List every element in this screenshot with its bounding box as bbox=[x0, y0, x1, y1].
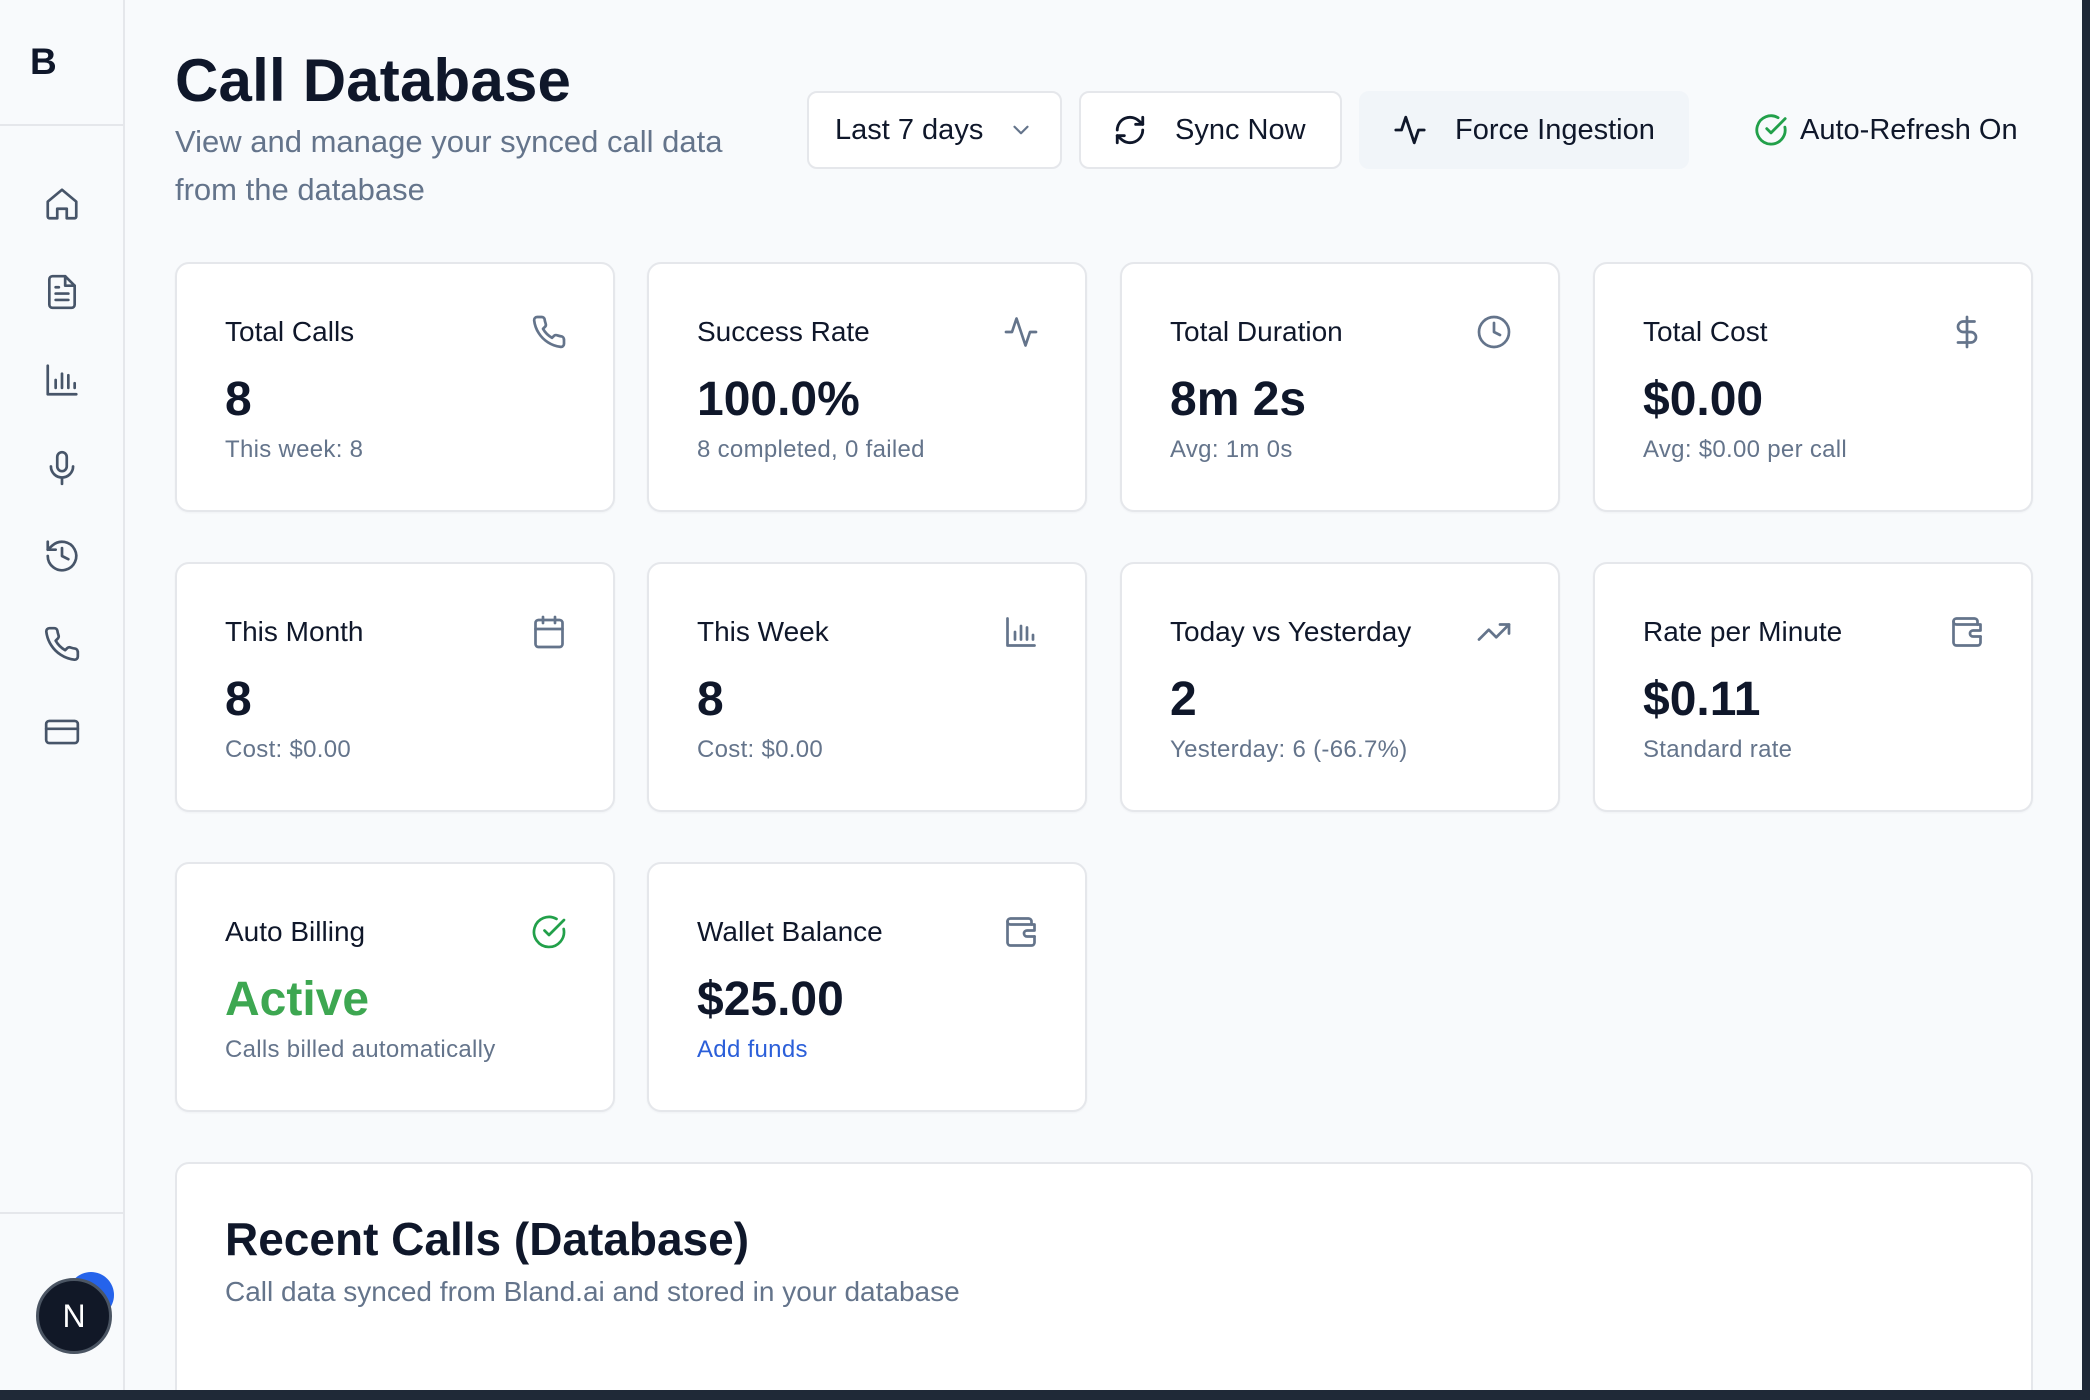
card-title: Total Cost bbox=[1643, 316, 1768, 347]
bar-chart-icon bbox=[1003, 614, 1039, 650]
card-value: 2 bbox=[1170, 673, 1197, 726]
header-toolbar: Last 7 days Sync Now Force Ingestion Aut… bbox=[807, 91, 2046, 169]
stat-card-auto-billing: Auto Billing Active Calls billed automat… bbox=[175, 862, 615, 1112]
stat-card-rate-per-minute: Rate per Minute $0.11 Standard rate bbox=[1593, 562, 2033, 812]
sidebar: B N bbox=[0, 0, 125, 1390]
force-ingestion-label: Force Ingestion bbox=[1455, 113, 1655, 146]
card-title: Wallet Balance bbox=[697, 916, 883, 947]
window-edge-bottom bbox=[0, 1390, 2090, 1400]
window-edge-right bbox=[2082, 0, 2090, 1400]
stat-card-total-duration: Total Duration 8m 2s Avg: 1m 0s bbox=[1120, 262, 1560, 512]
card-subtext: 8 completed, 0 failed bbox=[697, 436, 925, 463]
sync-now-label: Sync Now bbox=[1175, 113, 1306, 146]
home-icon bbox=[45, 188, 78, 220]
card-value: 100.0% bbox=[697, 373, 860, 426]
stat-card-this-month: This Month 8 Cost: $0.00 bbox=[175, 562, 615, 812]
card-value: 8 bbox=[225, 373, 252, 426]
card-value: Active bbox=[225, 973, 370, 1026]
user-avatar-wrap: N bbox=[36, 1272, 116, 1354]
calendar-icon bbox=[531, 614, 567, 650]
card-value: $0.11 bbox=[1643, 673, 1761, 726]
add-funds-link[interactable]: Add funds bbox=[697, 1036, 808, 1064]
history-icon bbox=[45, 540, 78, 572]
chevron-down-icon bbox=[1013, 125, 1029, 135]
microphone-icon bbox=[49, 450, 74, 486]
card-title: Total Duration bbox=[1170, 316, 1343, 347]
stat-card-today-vs-yesterday: Today vs Yesterday 2 Yesterday: 6 (-66.7… bbox=[1120, 562, 1560, 812]
card-subtext: This week: 8 bbox=[225, 436, 364, 463]
stat-card-success-rate: Success Rate 100.0% 8 completed, 0 faile… bbox=[647, 262, 1087, 512]
phone-icon bbox=[531, 314, 567, 350]
sidebar-item-voice[interactable] bbox=[30, 436, 94, 500]
recent-calls-title: Recent Calls (Database) bbox=[225, 1213, 750, 1265]
sidebar-item-documents[interactable] bbox=[30, 260, 94, 324]
page-title: Call Database bbox=[175, 47, 572, 114]
card-subtext: Yesterday: 6 (-66.7%) bbox=[1170, 736, 1408, 763]
sidebar-footer: N bbox=[0, 1212, 123, 1390]
logo-area: B bbox=[0, 0, 123, 126]
sidebar-item-analytics[interactable] bbox=[30, 348, 94, 412]
wallet-icon bbox=[1003, 914, 1039, 950]
card-subtext: Cost: $0.00 bbox=[225, 736, 352, 763]
card-title: Today vs Yesterday bbox=[1170, 616, 1412, 647]
wallet-icon bbox=[1949, 614, 1985, 650]
card-title: Total Calls bbox=[225, 316, 355, 347]
card-title: This Week bbox=[697, 616, 829, 647]
auto-refresh-label: Auto-Refresh On bbox=[1800, 113, 2018, 146]
check-circle-icon bbox=[1755, 114, 1787, 146]
card-subtext: Calls billed automatically bbox=[225, 1036, 496, 1063]
card-subtext: Avg: $0.00 per call bbox=[1643, 436, 1848, 463]
force-ingestion-button[interactable]: Force Ingestion bbox=[1359, 91, 1689, 169]
bar-chart-icon bbox=[45, 364, 78, 396]
recent-calls-subtitle: Call data synced from Bland.ai and store… bbox=[225, 1276, 960, 1307]
credit-card-icon bbox=[44, 719, 79, 745]
sidebar-item-history[interactable] bbox=[30, 524, 94, 588]
auto-refresh-toggle[interactable]: Auto-Refresh On bbox=[1706, 91, 2046, 169]
stat-card-total-calls: Total Calls 8 This week: 8 bbox=[175, 262, 615, 512]
dollar-icon bbox=[1949, 314, 1985, 350]
phone-icon bbox=[44, 626, 79, 662]
card-value: $0.00 bbox=[1643, 373, 1764, 426]
stat-card-this-week: This Week 8 Cost: $0.00 bbox=[647, 562, 1087, 812]
sidebar-item-home[interactable] bbox=[30, 172, 94, 236]
card-value: $25.00 bbox=[697, 973, 844, 1026]
card-title: Success Rate bbox=[697, 316, 870, 347]
card-title: This Month bbox=[225, 616, 364, 647]
check-circle-icon bbox=[531, 914, 567, 950]
refresh-icon bbox=[1115, 115, 1145, 145]
trending-up-icon bbox=[1476, 614, 1512, 650]
stat-card-total-cost: Total Cost $0.00 Avg: $0.00 per call bbox=[1593, 262, 2033, 512]
card-value: 8 bbox=[697, 673, 724, 726]
sidebar-nav bbox=[0, 126, 123, 788]
activity-icon bbox=[1003, 314, 1039, 350]
date-range-select[interactable]: Last 7 days bbox=[807, 91, 1062, 169]
app-frame: B N Call Database View and manage your s… bbox=[0, 0, 2090, 1400]
card-subtext: Standard rate bbox=[1643, 736, 1793, 763]
card-subtext: Avg: 1m 0s bbox=[1170, 436, 1293, 463]
app-logo[interactable]: B bbox=[30, 41, 57, 83]
page-subtitle: View and manage your synced call data fr… bbox=[175, 124, 723, 207]
date-range-value: Last 7 days bbox=[835, 113, 984, 146]
sync-now-button[interactable]: Sync Now bbox=[1079, 91, 1342, 169]
card-title: Auto Billing bbox=[225, 916, 366, 947]
avatar[interactable]: N bbox=[36, 1278, 112, 1354]
card-subtext: Cost: $0.00 bbox=[697, 736, 824, 763]
recent-calls-panel: Recent Calls (Database) Call data synced… bbox=[175, 1162, 2033, 1400]
sidebar-item-calls[interactable] bbox=[30, 612, 94, 676]
card-title: Rate per Minute bbox=[1643, 616, 1843, 647]
activity-icon bbox=[1394, 115, 1426, 145]
sidebar-item-billing[interactable] bbox=[30, 700, 94, 764]
stat-card-wallet-balance: Wallet Balance $25.00 Add funds bbox=[647, 862, 1087, 1112]
document-icon bbox=[47, 274, 76, 310]
card-value: 8m 2s bbox=[1170, 373, 1307, 426]
card-value: 8 bbox=[225, 673, 252, 726]
clock-icon bbox=[1476, 314, 1512, 350]
